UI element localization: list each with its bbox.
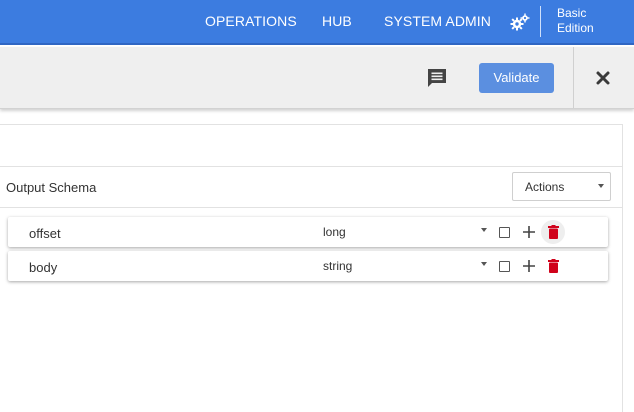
actions-dropdown[interactable]: Actions [512, 172, 611, 201]
nav-operations[interactable]: OPERATIONS [205, 13, 297, 29]
comment-icon[interactable] [425, 66, 449, 90]
schema-header-bottom-border [0, 207, 622, 208]
toolbar-divider [573, 47, 574, 108]
nullable-checkbox[interactable] [499, 227, 510, 238]
trash-icon [548, 259, 559, 273]
edition-line-2: Edition [557, 21, 594, 35]
close-icon[interactable] [595, 70, 611, 86]
plus-icon[interactable] [522, 259, 536, 273]
field-name[interactable]: offset [29, 226, 61, 241]
nullable-checkbox[interactable] [499, 261, 510, 272]
chevron-down-icon [598, 184, 604, 188]
top-nav: OPERATIONS HUB SYSTEM ADMIN Basic Editio… [0, 0, 634, 45]
panel-border [622, 124, 623, 412]
field-type-select[interactable]: string [323, 259, 352, 273]
chevron-down-icon[interactable] [481, 228, 487, 232]
edition-label: Basic Edition [557, 6, 594, 36]
panel-divider [0, 124, 622, 125]
trash-icon [548, 225, 559, 239]
schema-field-row: offset long [8, 217, 608, 247]
delete-field-button[interactable] [541, 254, 565, 278]
chevron-down-icon[interactable] [481, 262, 487, 266]
delete-field-button[interactable] [541, 220, 565, 244]
actions-label: Actions [525, 180, 565, 194]
validate-button[interactable]: Validate [479, 63, 554, 93]
nav-divider [540, 6, 541, 37]
schema-header-top-border [0, 166, 622, 167]
schema-title: Output Schema [6, 180, 97, 195]
edition-line-1: Basic [557, 6, 587, 20]
nav-hub[interactable]: HUB [322, 13, 352, 29]
field-type-select[interactable]: long [323, 225, 346, 239]
gears-icon[interactable] [509, 12, 531, 34]
plus-icon[interactable] [522, 225, 536, 239]
field-name[interactable]: body [29, 260, 57, 275]
schema-field-row: body string [8, 251, 608, 281]
nav-system-admin[interactable]: SYSTEM ADMIN [384, 13, 491, 29]
